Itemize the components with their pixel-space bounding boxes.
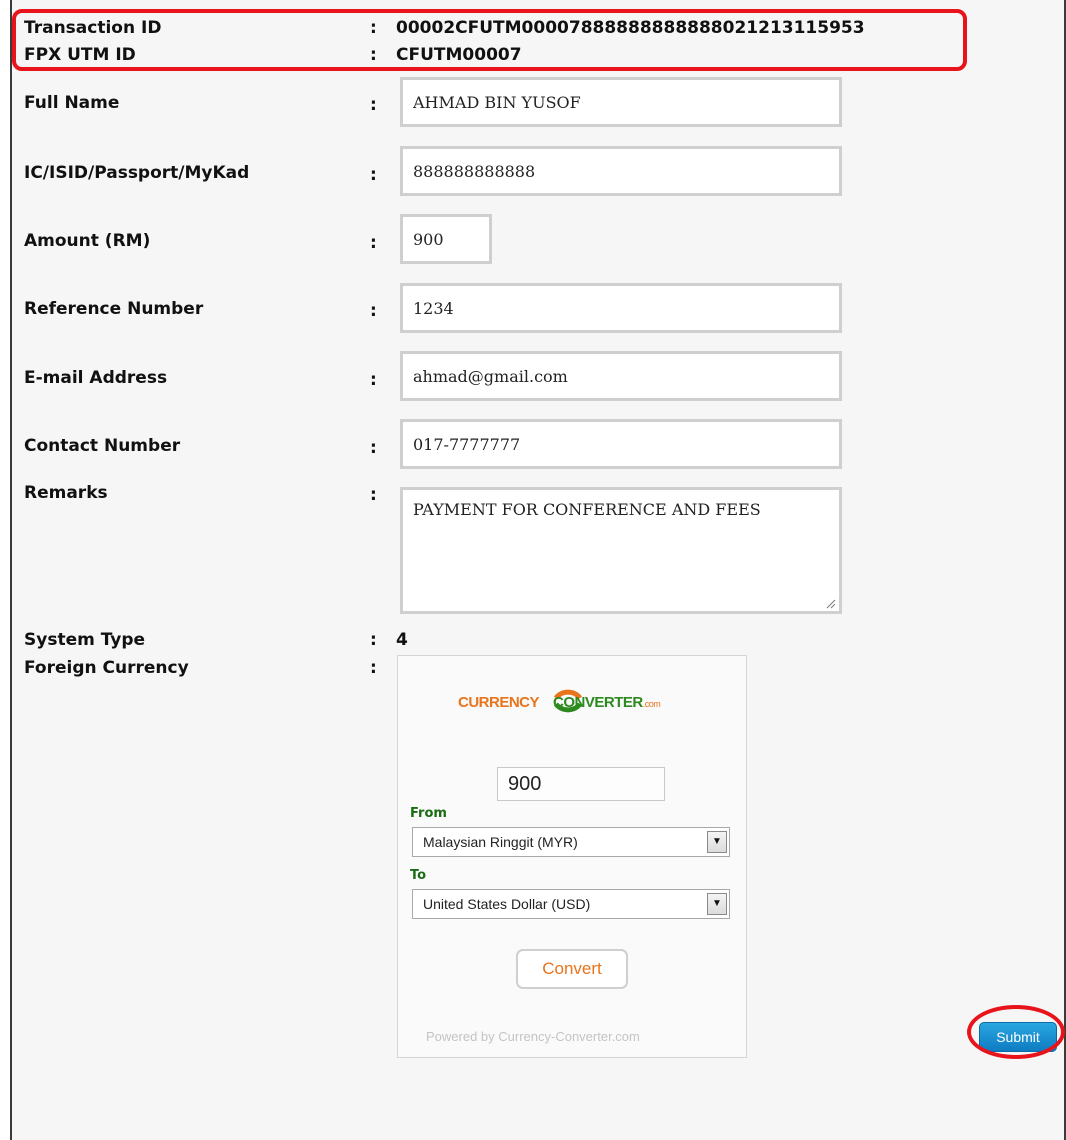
amount-label: Amount (RM) (24, 231, 151, 251)
colon: : (370, 370, 377, 390)
reference-number-label: Reference Number (24, 299, 204, 319)
colon: : (370, 485, 377, 505)
remarks-label: Remarks (24, 483, 108, 503)
system-type-value: 4 (396, 630, 408, 650)
logo-text-converter: CONVERTER (553, 694, 643, 711)
converter-from-label: From (410, 806, 447, 821)
dropdown-arrow-icon[interactable]: ▼ (707, 831, 727, 853)
remarks-textarea[interactable]: PAYMENT FOR CONFERENCE AND FEES (400, 487, 842, 614)
logo-text-currency: CURRENCY (458, 694, 540, 711)
convert-button[interactable]: Convert (516, 949, 628, 989)
colon: : (370, 630, 377, 650)
colon: : (370, 95, 377, 115)
contact-number-input[interactable] (400, 419, 842, 469)
colon: : (370, 301, 377, 321)
ic-input[interactable] (400, 146, 842, 196)
foreign-currency-label: Foreign Currency (24, 658, 189, 678)
colon: : (370, 658, 377, 678)
resize-grip-icon[interactable] (826, 599, 836, 609)
highlight-ellipse-submit (967, 1005, 1065, 1059)
email-input[interactable] (400, 351, 842, 401)
colon: : (370, 233, 377, 253)
full-name-label: Full Name (24, 93, 120, 113)
system-type-label: System Type (24, 630, 146, 650)
contact-number-label: Contact Number (24, 436, 181, 456)
converter-to-label: To (410, 868, 427, 883)
converter-to-selected: United States Dollar (USD) (423, 896, 591, 912)
currency-converter-widget: CURRENCY CONVERTER.com From Malaysian Rin… (397, 655, 747, 1058)
powered-by-text: Powered by Currency-Converter.com (426, 1029, 640, 1044)
converter-from-selected: Malaysian Ringgit (MYR) (423, 834, 578, 850)
colon: : (370, 438, 377, 458)
dropdown-arrow-icon[interactable]: ▼ (707, 893, 727, 915)
full-name-input[interactable] (400, 77, 842, 127)
colon: : (370, 165, 377, 185)
converter-from-select[interactable]: Malaysian Ringgit (MYR) ▼ (412, 827, 730, 857)
converter-amount-input[interactable] (497, 767, 665, 801)
logo-text-suffix: .com (642, 699, 661, 709)
ic-label: IC/ISID/Passport/MyKad (24, 163, 250, 183)
amount-input[interactable] (400, 214, 492, 264)
converter-to-select[interactable]: United States Dollar (USD) ▼ (412, 889, 730, 919)
highlight-box-transaction (12, 9, 967, 71)
email-label: E-mail Address (24, 368, 168, 388)
reference-number-input[interactable] (400, 283, 842, 333)
